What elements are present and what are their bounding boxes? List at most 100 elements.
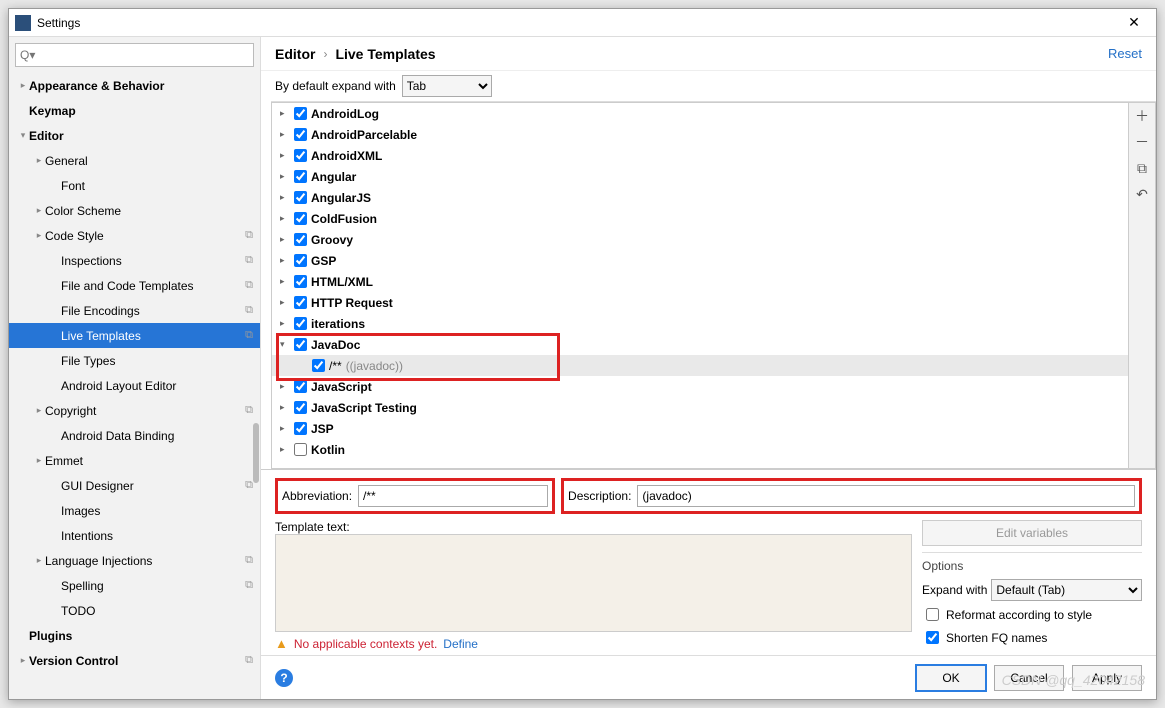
sidebar-item-font[interactable]: Font — [9, 173, 260, 198]
window-title: Settings — [37, 16, 1118, 30]
sidebar-item-file-and-code-templates[interactable]: File and Code Templates⧉ — [9, 273, 260, 298]
sidebar-item-images[interactable]: Images — [9, 498, 260, 523]
template-group-javascript[interactable]: ▸JavaScript — [272, 376, 1128, 397]
search-box — [15, 43, 254, 67]
cancel-button[interactable]: Cancel — [994, 665, 1064, 691]
template-group-iterations[interactable]: ▸iterations — [272, 313, 1128, 334]
template-checkbox[interactable] — [294, 401, 307, 414]
abbreviation-input[interactable] — [358, 485, 548, 507]
template-label: AngularJS — [311, 191, 371, 205]
sidebar-item-label: Editor — [29, 129, 256, 143]
sidebar-item-language-injections[interactable]: ▸Language Injections⧉ — [9, 548, 260, 573]
template-checkbox[interactable] — [294, 296, 307, 309]
sidebar-item-todo[interactable]: TODO — [9, 598, 260, 623]
template-text-area[interactable] — [275, 534, 912, 632]
template-group-javascript-testing[interactable]: ▸JavaScript Testing — [272, 397, 1128, 418]
help-icon[interactable]: ? — [275, 669, 293, 687]
sidebar-item-color-scheme[interactable]: ▸Color Scheme — [9, 198, 260, 223]
template-group-angularjs[interactable]: ▸AngularJS — [272, 187, 1128, 208]
template-group-javadoc[interactable]: ▾JavaDoc — [272, 334, 1128, 355]
sidebar-item-live-templates[interactable]: Live Templates⧉ — [9, 323, 260, 348]
sidebar-item-spelling[interactable]: Spelling⧉ — [9, 573, 260, 598]
edit-variables-button[interactable]: Edit variables — [922, 520, 1142, 546]
template-group-jsp[interactable]: ▸ JSP — [272, 418, 1128, 439]
sidebar-item-gui-designer[interactable]: GUI Designer⧉ — [9, 473, 260, 498]
sidebar-item-emmet[interactable]: ▸Emmet — [9, 448, 260, 473]
template-group-coldfusion[interactable]: ▸ColdFusion — [272, 208, 1128, 229]
expandwith-select[interactable]: Default (Tab) — [991, 579, 1142, 601]
settings-tree[interactable]: ▸Appearance & BehaviorKeymap▾Editor▸Gene… — [9, 73, 260, 699]
sidebar-item-file-types[interactable]: File Types — [9, 348, 260, 373]
breadcrumb-a[interactable]: Editor — [275, 46, 315, 62]
template-label: GSP — [311, 254, 336, 268]
revert-icon[interactable]: ↶ — [1129, 181, 1155, 207]
sidebar-item-label: Appearance & Behavior — [29, 79, 256, 93]
sidebar-item-plugins[interactable]: Plugins — [9, 623, 260, 648]
sidebar-item-intentions[interactable]: Intentions — [9, 523, 260, 548]
template-checkbox[interactable] — [294, 212, 307, 225]
chevron-icon: ▸ — [280, 423, 292, 434]
description-input[interactable] — [637, 485, 1135, 507]
template-checkbox[interactable] — [294, 107, 307, 120]
template-checkbox[interactable] — [294, 254, 307, 267]
scope-icon: ⧉ — [242, 404, 256, 417]
reset-link[interactable]: Reset — [1108, 46, 1142, 61]
warning-icon: ▲ — [275, 636, 288, 651]
define-link[interactable]: Define — [443, 637, 478, 651]
sidebar-item-label: File and Code Templates — [61, 279, 242, 293]
sidebar-item-version-control[interactable]: ▸Version Control⧉ — [9, 648, 260, 673]
reformat-checkbox[interactable] — [926, 608, 939, 621]
sidebar-item-appearance-behavior[interactable]: ▸Appearance & Behavior — [9, 73, 260, 98]
template-checkbox[interactable] — [312, 359, 325, 372]
template-checkbox[interactable] — [294, 338, 307, 351]
sidebar-item-android-data-binding[interactable]: Android Data Binding — [9, 423, 260, 448]
template-group-androidxml[interactable]: ▸AndroidXML — [272, 145, 1128, 166]
scope-icon: ⧉ — [242, 254, 256, 267]
template-checkbox[interactable] — [294, 233, 307, 246]
sidebar-item-keymap[interactable]: Keymap — [9, 98, 260, 123]
sidebar-item-code-style[interactable]: ▸Code Style⧉ — [9, 223, 260, 248]
template-checkbox[interactable] — [294, 128, 307, 141]
highlight-box-2: Abbreviation: — [275, 478, 555, 514]
scrollbar-thumb[interactable] — [253, 423, 259, 483]
template-checkbox[interactable] — [294, 380, 307, 393]
template-group-groovy[interactable]: ▸Groovy — [272, 229, 1128, 250]
search-input[interactable] — [15, 43, 254, 67]
template-group-angular[interactable]: ▸Angular — [272, 166, 1128, 187]
template-group-kotlin[interactable]: ▸Kotlin — [272, 439, 1128, 460]
sidebar-item-general[interactable]: ▸General — [9, 148, 260, 173]
template-group-androidparcelable[interactable]: ▸AndroidParcelable — [272, 124, 1128, 145]
copy-icon[interactable]: ⧉ — [1129, 155, 1155, 181]
close-icon[interactable]: ✕ — [1118, 14, 1150, 31]
template-checkbox[interactable] — [294, 170, 307, 183]
template-group-http-request[interactable]: ▸HTTP Request — [272, 292, 1128, 313]
template-group-html-xml[interactable]: ▸HTML/XML — [272, 271, 1128, 292]
add-icon[interactable]: ＋ — [1129, 103, 1155, 129]
sidebar-item-android-layout-editor[interactable]: Android Layout Editor — [9, 373, 260, 398]
apply-button[interactable]: Apply — [1072, 665, 1142, 691]
template-item[interactable]: /**((javadoc)) — [272, 355, 1128, 376]
templates-area: ▸AndroidLog▸AndroidParcelable▸AndroidXML… — [271, 101, 1156, 469]
chevron-icon: ▸ — [280, 255, 292, 266]
templates-list[interactable]: ▸AndroidLog▸AndroidParcelable▸AndroidXML… — [271, 102, 1128, 469]
template-checkbox[interactable] — [294, 317, 307, 330]
expand-select[interactable]: Tab — [402, 75, 492, 97]
shorten-checkbox[interactable] — [926, 631, 939, 644]
sidebar-item-editor[interactable]: ▾Editor — [9, 123, 260, 148]
template-checkbox[interactable] — [294, 149, 307, 162]
ok-button[interactable]: OK — [916, 665, 986, 691]
template-group-gsp[interactable]: ▸ GSP — [272, 250, 1128, 271]
template-group-androidlog[interactable]: ▸AndroidLog — [272, 103, 1128, 124]
template-label: JSP — [311, 422, 334, 436]
sidebar-item-file-encodings[interactable]: File Encodings⧉ — [9, 298, 260, 323]
sidebar-item-copyright[interactable]: ▸Copyright⧉ — [9, 398, 260, 423]
sidebar-item-inspections[interactable]: Inspections⧉ — [9, 248, 260, 273]
template-checkbox[interactable] — [294, 275, 307, 288]
highlight-box-3: Description: — [561, 478, 1142, 514]
chevron-icon: ▸ — [33, 555, 45, 566]
chevron-icon: ▸ — [280, 276, 292, 287]
remove-icon[interactable]: － — [1129, 129, 1155, 155]
template-checkbox[interactable] — [294, 191, 307, 204]
template-checkbox[interactable] — [294, 443, 307, 456]
template-checkbox[interactable] — [294, 422, 307, 435]
